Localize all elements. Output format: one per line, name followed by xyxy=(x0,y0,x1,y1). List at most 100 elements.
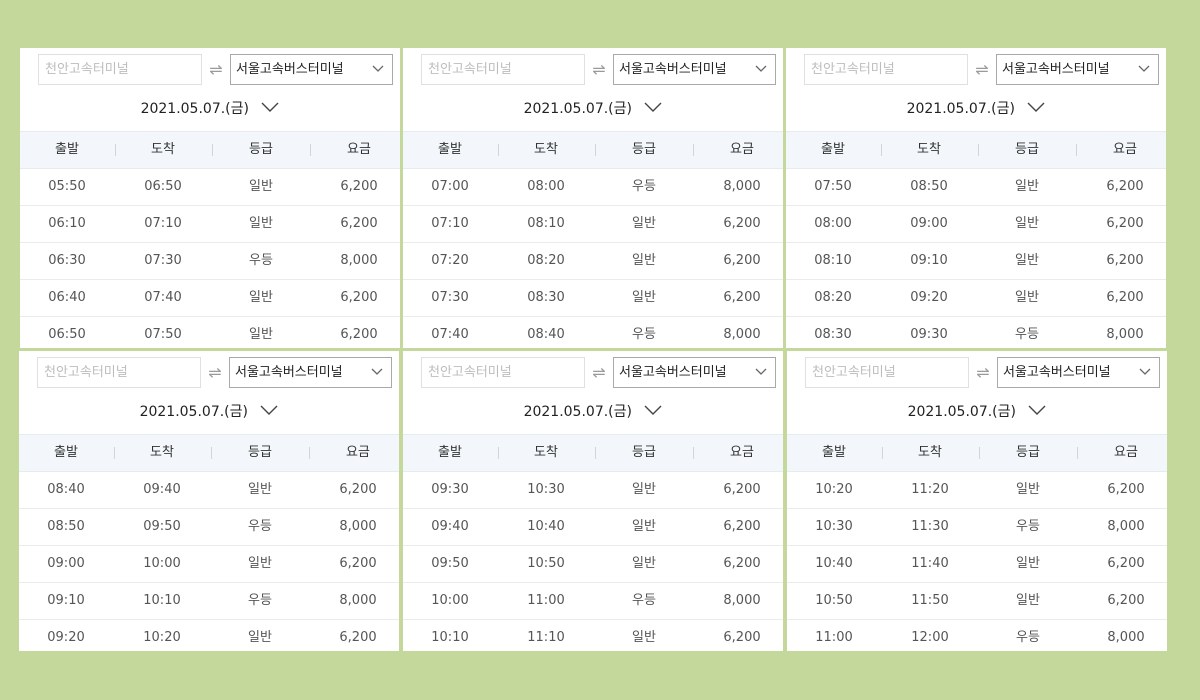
arrival-time: 10:30 xyxy=(527,482,565,497)
table-row[interactable]: 07:40 08:40 우등 8,000 xyxy=(403,316,783,348)
fare: 6,200 xyxy=(723,630,761,645)
date-selector[interactable]: 2021.05.07.(금) xyxy=(19,398,399,426)
destination-select[interactable]: 서울고속버스터미널 xyxy=(229,357,392,388)
chevron-down-icon xyxy=(755,368,767,375)
table-row[interactable]: 09:50 10:50 일반 6,200 xyxy=(403,545,783,583)
swap-arrows-icon[interactable]: ⇌ xyxy=(203,54,229,85)
table-row[interactable]: 07:10 08:10 일반 6,200 xyxy=(403,205,783,243)
arrival-time: 12:00 xyxy=(911,630,949,645)
table-header: 출발 도착 등급 요금 xyxy=(19,434,399,472)
arrival-time: 07:40 xyxy=(144,290,182,305)
departure-time: 10:50 xyxy=(815,593,853,608)
table-row[interactable]: 10:00 11:00 우등 8,000 xyxy=(403,582,783,620)
table-row[interactable]: 10:30 11:30 우등 8,000 xyxy=(787,508,1167,546)
bus-grade: 우등 xyxy=(1016,519,1040,534)
swap-arrows-icon[interactable]: ⇌ xyxy=(970,357,996,388)
fare: 8,000 xyxy=(723,593,761,608)
departure-time: 08:10 xyxy=(814,253,852,268)
bus-grade: 일반 xyxy=(1015,179,1039,194)
table-row[interactable]: 10:50 11:50 일반 6,200 xyxy=(787,582,1167,620)
table-row[interactable]: 06:40 07:40 일반 6,200 xyxy=(20,279,400,317)
route-search: 천안고속터미널 ⇌ 서울고속버스터미널 xyxy=(804,54,1159,85)
destination-select[interactable]: 서울고속버스터미널 xyxy=(997,357,1160,388)
date-selector[interactable]: 2021.05.07.(금) xyxy=(787,398,1167,426)
table-row[interactable]: 10:20 11:20 일반 6,200 xyxy=(787,471,1167,509)
date-selector[interactable]: 2021.05.07.(금) xyxy=(20,95,400,123)
arrival-time: 09:50 xyxy=(143,519,181,534)
column-header: 요금 xyxy=(1113,142,1137,157)
departure-time: 09:20 xyxy=(47,630,85,645)
origin-input[interactable]: 천안고속터미널 xyxy=(421,357,585,388)
date-selector[interactable]: 2021.05.07.(금) xyxy=(403,398,783,426)
departure-time: 10:20 xyxy=(815,482,853,497)
route-search: 천안고속터미널 ⇌ 서울고속버스터미널 xyxy=(421,54,776,85)
origin-input[interactable]: 천안고속터미널 xyxy=(805,357,969,388)
departure-time: 09:30 xyxy=(431,482,469,497)
swap-arrows-icon[interactable]: ⇌ xyxy=(202,357,228,388)
departure-time: 06:40 xyxy=(48,290,86,305)
destination-select[interactable]: 서울고속버스터미널 xyxy=(613,54,776,85)
table-row[interactable]: 06:10 07:10 일반 6,200 xyxy=(20,205,400,243)
table-row[interactable]: 09:10 10:10 우등 8,000 xyxy=(19,582,399,620)
bus-grade: 일반 xyxy=(632,519,656,534)
table-row[interactable]: 05:50 06:50 일반 6,200 xyxy=(20,168,400,206)
table-row[interactable]: 08:00 09:00 일반 6,200 xyxy=(786,205,1166,243)
table-row[interactable]: 09:20 10:20 일반 6,200 xyxy=(19,619,399,651)
table-row[interactable]: 11:00 12:00 우등 8,000 xyxy=(787,619,1167,651)
column-header: 도착 xyxy=(917,142,941,157)
origin-input[interactable]: 천안고속터미널 xyxy=(38,54,202,85)
date-selector[interactable]: 2021.05.07.(금) xyxy=(403,95,783,123)
table-row[interactable]: 10:40 11:40 일반 6,200 xyxy=(787,545,1167,583)
table-row[interactable]: 06:30 07:30 우등 8,000 xyxy=(20,242,400,280)
departure-time: 06:10 xyxy=(48,216,86,231)
bus-grade: 일반 xyxy=(1016,593,1040,608)
departure-time: 08:50 xyxy=(47,519,85,534)
table-row[interactable]: 08:40 09:40 일반 6,200 xyxy=(19,471,399,509)
table-row[interactable]: 07:30 08:30 일반 6,200 xyxy=(403,279,783,317)
departure-time: 10:00 xyxy=(431,593,469,608)
swap-arrows-icon[interactable]: ⇌ xyxy=(586,357,612,388)
swap-arrows-icon[interactable]: ⇌ xyxy=(586,54,612,85)
table-row[interactable]: 09:40 10:40 일반 6,200 xyxy=(403,508,783,546)
table-row[interactable]: 08:20 09:20 일반 6,200 xyxy=(786,279,1166,317)
date-selector[interactable]: 2021.05.07.(금) xyxy=(786,95,1166,123)
table-row[interactable]: 07:00 08:00 우등 8,000 xyxy=(403,168,783,206)
destination-select[interactable]: 서울고속버스터미널 xyxy=(996,54,1159,85)
table-row[interactable]: 07:50 08:50 일반 6,200 xyxy=(786,168,1166,206)
bus-grade: 일반 xyxy=(249,327,273,342)
table-row[interactable]: 09:30 10:30 일반 6,200 xyxy=(403,471,783,509)
chevron-down-icon xyxy=(644,102,662,112)
bus-grade: 일반 xyxy=(632,556,656,571)
table-row[interactable]: 08:10 09:10 일반 6,200 xyxy=(786,242,1166,280)
destination-select[interactable]: 서울고속버스터미널 xyxy=(613,357,776,388)
arrival-time: 07:10 xyxy=(144,216,182,231)
origin-input[interactable]: 천안고속터미널 xyxy=(37,357,201,388)
arrival-time: 08:20 xyxy=(527,253,565,268)
origin-input[interactable]: 천안고속터미널 xyxy=(804,54,968,85)
column-header: 도착 xyxy=(150,445,174,460)
arrival-time: 10:00 xyxy=(143,556,181,571)
departure-time: 08:30 xyxy=(814,327,852,342)
date-label: 2021.05.07.(금) xyxy=(523,101,632,117)
chevron-down-icon xyxy=(261,102,279,112)
route-search: 천안고속터미널 ⇌ 서울고속버스터미널 xyxy=(805,357,1160,388)
arrival-time: 11:10 xyxy=(527,630,565,645)
table-row[interactable]: 07:20 08:20 일반 6,200 xyxy=(403,242,783,280)
timetable-panel: 천안고속터미널 ⇌ 서울고속버스터미널 2021.05.07.(금) 출발 도착… xyxy=(403,351,783,651)
swap-arrows-icon[interactable]: ⇌ xyxy=(969,54,995,85)
table-row[interactable]: 06:50 07:50 일반 6,200 xyxy=(20,316,400,348)
bus-grade: 일반 xyxy=(1016,482,1040,497)
table-row[interactable]: 10:10 11:10 일반 6,200 xyxy=(403,619,783,651)
column-header: 요금 xyxy=(346,445,370,460)
bus-grade: 우등 xyxy=(249,253,273,268)
table-row[interactable]: 09:00 10:00 일반 6,200 xyxy=(19,545,399,583)
table-row[interactable]: 08:30 09:30 우등 8,000 xyxy=(786,316,1166,348)
bus-grade: 일반 xyxy=(249,179,273,194)
destination-select[interactable]: 서울고속버스터미널 xyxy=(230,54,393,85)
fare: 6,200 xyxy=(340,327,378,342)
table-row[interactable]: 08:50 09:50 우등 8,000 xyxy=(19,508,399,546)
chevron-down-icon xyxy=(1139,368,1151,375)
bus-grade: 일반 xyxy=(248,556,272,571)
bus-grade: 일반 xyxy=(1015,253,1039,268)
origin-input[interactable]: 천안고속터미널 xyxy=(421,54,585,85)
